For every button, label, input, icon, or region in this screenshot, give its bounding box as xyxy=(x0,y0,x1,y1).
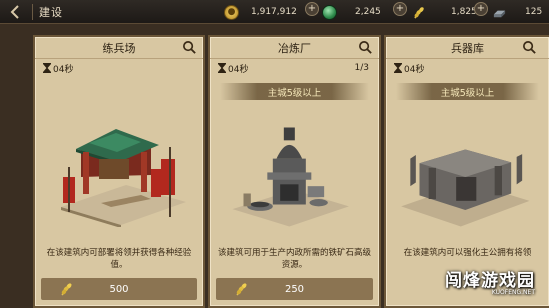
building-name: 兵器库 xyxy=(451,41,484,55)
hourglass-icon xyxy=(394,63,402,73)
armory-illustration xyxy=(401,149,530,227)
building-name: 冶炼厂 xyxy=(278,41,311,55)
resource-grain: 1,825 xyxy=(412,3,477,21)
build-count: 1/3 xyxy=(354,63,369,73)
build-cost-value: 500 xyxy=(109,283,129,295)
building-card-smelter[interactable]: 冶炼厂 04秒 1/3 主城5级以上 该建筑可用于生产内政所需的铁矿石高级资源。… xyxy=(208,35,381,308)
resource-gold: ● 1,917,912 xyxy=(224,3,297,21)
resource-jade: 2,245 xyxy=(322,3,381,21)
magnifier-icon[interactable] xyxy=(358,40,373,55)
chevron-left-icon xyxy=(10,4,19,19)
build-time-row: 04秒 xyxy=(386,59,549,77)
build-cost-bar[interactable]: 250 xyxy=(216,278,373,300)
header-divider xyxy=(32,3,33,20)
build-cost-value: 250 xyxy=(284,283,305,295)
build-cost-bar[interactable]: 500 xyxy=(41,278,197,300)
coin-icon: ● xyxy=(224,4,239,20)
resource-grain-value: 1,825 xyxy=(451,7,477,17)
card-header: 兵器库 xyxy=(386,37,549,59)
wheat-icon xyxy=(414,6,424,19)
add-jade-button[interactable]: + xyxy=(393,2,407,16)
add-grain-button[interactable]: + xyxy=(474,2,488,16)
iron-ingot-icon xyxy=(493,10,506,17)
building-description: 在该建筑内可部署将领并获得各种经验值。 xyxy=(46,248,192,270)
resource-jade-value: 2,245 xyxy=(355,7,381,17)
training-ground-illustration xyxy=(61,129,186,227)
requirement-banner: 主城5级以上 xyxy=(396,83,539,100)
building-card-training-ground[interactable]: 练兵场 04秒 在该建筑内可部署将领并获得各种经验值。 500 xyxy=(33,35,205,308)
back-button[interactable] xyxy=(4,1,26,23)
build-time-row: 04秒 xyxy=(35,59,203,77)
page-title: 建设 xyxy=(39,5,63,19)
add-gold-button[interactable]: + xyxy=(305,2,319,16)
resource-iron: 125 xyxy=(492,3,542,21)
building-list[interactable]: 练兵场 04秒 在该建筑内可部署将领并获得各种经验值。 500 冶炼厂 04秒 … xyxy=(0,24,549,308)
build-time: 04秒 xyxy=(404,64,425,75)
wheat-icon xyxy=(61,283,72,296)
hourglass-icon xyxy=(43,63,51,73)
magnifier-icon[interactable] xyxy=(522,40,537,55)
top-bar: 建设 ● 1,917,912 + 2,245 + 1,825 + 125 xyxy=(0,0,549,24)
site-watermark: 闯烽游戏园 KUOFENG.NET xyxy=(385,266,535,300)
build-time: 04秒 xyxy=(228,64,249,75)
smelter-illustration xyxy=(232,127,349,227)
hourglass-icon xyxy=(218,63,226,73)
building-name: 练兵场 xyxy=(102,41,136,55)
build-time: 04秒 xyxy=(53,64,74,75)
wheat-icon xyxy=(236,283,247,296)
jade-orb-icon xyxy=(322,4,337,20)
watermark-text: 闯烽游戏园 xyxy=(445,271,535,291)
magnifier-icon[interactable] xyxy=(182,40,197,55)
requirement-banner: 主城5级以上 xyxy=(220,83,369,100)
building-description: 该建筑可用于生产内政所需的铁矿石高级资源。 xyxy=(217,248,371,270)
resource-iron-value: 125 xyxy=(525,7,543,17)
build-time-row: 04秒 1/3 xyxy=(210,59,379,77)
card-header: 练兵场 xyxy=(35,37,203,59)
resource-gold-value: 1,917,912 xyxy=(251,7,297,17)
card-header: 冶炼厂 xyxy=(210,37,379,59)
